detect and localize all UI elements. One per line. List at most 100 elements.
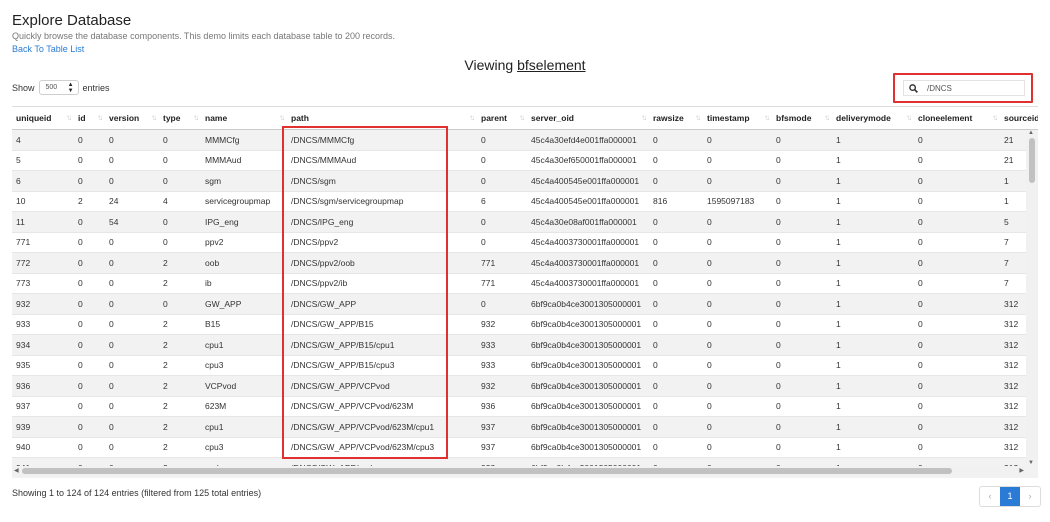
cell-cloneelement: 0 <box>914 170 1000 191</box>
table-row: 937 0 0 2 623M/DNCS/GW_APP/VCPvod/623M 936 6bf… <box>12 395 1038 417</box>
column-header-version[interactable]: version ↑↓ <box>105 107 159 130</box>
previous-page-button[interactable]: ‹ <box>980 487 1000 506</box>
cell-type: 0 <box>159 170 201 191</box>
cell-name: IPG_eng <box>201 211 287 232</box>
cell-bfsmode: 0 <box>772 436 832 458</box>
sort-icon: ↑↓ <box>764 113 770 122</box>
table-row: 11 0 54 0 IPG_eng/DNCS/IPG_eng 0 45c4a30e08af0… <box>12 211 1038 232</box>
search-input[interactable] <box>927 83 1017 93</box>
scroll-left-icon[interactable]: ◀ <box>14 467 19 474</box>
cell-id: 0 <box>74 354 105 376</box>
cell-id: 0 <box>74 272 105 294</box>
cell-uniqueid: 934 <box>12 334 74 355</box>
cell-timestamp: 0 <box>703 272 772 294</box>
cell-timestamp: 0 <box>703 334 772 355</box>
length-control: Show 500 ▲ ▼ entries <box>12 80 110 95</box>
cell-cloneelement: 0 <box>914 416 1000 437</box>
cell-timestamp: 0 <box>703 231 772 253</box>
cell-uniqueid: 937 <box>12 395 74 417</box>
cell-name: cpu1 <box>201 334 287 355</box>
cell-rawsize: 0 <box>649 395 703 417</box>
table-body: 4 0 0 0 MMMCfg/DNCS/MMMCfg 0 45c4a30efd4e001ff… <box>12 129 1038 478</box>
scroll-down-icon[interactable]: ▼ <box>1028 460 1034 466</box>
column-header-timestamp[interactable]: timestamp ↑↓ <box>703 107 772 130</box>
cell-timestamp: 0 <box>703 416 772 437</box>
entries-select[interactable]: 500 ▲ ▼ <box>38 80 79 95</box>
cell-path: /DNCS/MMMAud <box>287 149 477 171</box>
cell-name: servicegroupmap <box>201 190 287 212</box>
cell-timestamp: 0 <box>703 149 772 171</box>
cell-version: 0 <box>105 252 159 273</box>
cell-name: B15 <box>201 313 287 335</box>
cell-version: 0 <box>105 129 159 150</box>
cell-deliverymode: 1 <box>832 272 914 294</box>
column-header-label: parent <box>481 113 507 123</box>
column-header-bfsmode[interactable]: bfsmode ↑↓ <box>772 107 832 130</box>
cell-rawsize: 0 <box>649 211 703 232</box>
column-header-label: bfsmode <box>776 113 812 123</box>
cell-path: /DNCS/MMMCfg <box>287 129 477 150</box>
column-header-server-oid[interactable]: server_oid ↑↓ <box>527 107 649 130</box>
sort-icon: ↑↓ <box>824 113 830 122</box>
table-row: 4 0 0 0 MMMCfg/DNCS/MMMCfg 0 45c4a30efd4e001ff… <box>12 129 1038 150</box>
cell-name: MMMAud <box>201 149 287 171</box>
column-header-path[interactable]: path ↑↓ <box>287 107 477 130</box>
cell-timestamp: 0 <box>703 129 772 150</box>
cell-id: 2 <box>74 190 105 212</box>
pagination: ‹ 1 › <box>979 486 1041 507</box>
scroll-right-icon[interactable]: ▶ <box>1019 467 1024 474</box>
cell-id: 0 <box>74 293 105 314</box>
cell-path: /DNCS/GW_APP <box>287 293 477 314</box>
column-header-rawsize[interactable]: rawsize ↑↓ <box>649 107 703 130</box>
horizontal-scrollbar[interactable]: ◀ ▶ <box>12 466 1026 476</box>
cell-parent: 936 <box>477 395 527 417</box>
cell-name: cpu3 <box>201 436 287 458</box>
column-header-label: deliverymode <box>836 113 891 123</box>
vertical-scrollbar[interactable]: ▲ ▼ <box>1026 130 1038 466</box>
cell-path: /DNCS/ppv2/oob <box>287 252 477 273</box>
column-header-name[interactable]: name ↑↓ <box>201 107 287 130</box>
page-1-button[interactable]: 1 <box>1000 487 1020 506</box>
column-header-cloneelement[interactable]: cloneelement ↑↓ <box>914 107 1000 130</box>
cell-version: 0 <box>105 395 159 417</box>
cell-server-oid: 45c4a4003730001ffa000001 <box>527 252 649 273</box>
column-header-parent[interactable]: parent ↑↓ <box>477 107 527 130</box>
sort-icon: ↑↓ <box>279 113 285 122</box>
cell-name: cpu1 <box>201 416 287 437</box>
cell-type: 2 <box>159 272 201 294</box>
cell-deliverymode: 1 <box>832 252 914 273</box>
scroll-up-icon[interactable]: ▲ <box>1028 130 1034 136</box>
back-to-table-list-link[interactable]: Back To Table List <box>12 44 84 54</box>
table-name-link[interactable]: bfselement <box>517 57 585 73</box>
column-header-uniqueid[interactable]: uniqueid ↑↓ <box>12 107 74 130</box>
cell-version: 0 <box>105 293 159 314</box>
column-header-label: timestamp <box>707 113 750 123</box>
cell-type: 4 <box>159 190 201 212</box>
column-header-label: name <box>205 113 228 123</box>
column-header-sourceid[interactable]: sourceid <box>1000 107 1038 130</box>
cell-rawsize: 0 <box>649 313 703 335</box>
cell-version: 54 <box>105 211 159 232</box>
sort-icon: ↑↓ <box>906 113 912 122</box>
cell-name: sgm <box>201 170 287 191</box>
cell-path: /DNCS/ppv2/ib <box>287 272 477 294</box>
cell-server-oid: 45c4a4003730001ffa000001 <box>527 272 649 294</box>
search-field[interactable] <box>903 80 1025 96</box>
cell-parent: 932 <box>477 375 527 396</box>
cell-server-oid: 45c4a4003730001ffa000001 <box>527 231 649 253</box>
cell-version: 0 <box>105 375 159 396</box>
column-header-label: path <box>291 113 309 123</box>
vertical-scroll-thumb[interactable] <box>1029 138 1035 183</box>
column-header-id[interactable]: id ↑↓ <box>74 107 105 130</box>
next-page-button[interactable]: › <box>1020 487 1040 506</box>
column-header-deliverymode[interactable]: deliverymode ↑↓ <box>832 107 914 130</box>
cell-cloneelement: 0 <box>914 272 1000 294</box>
cell-uniqueid: 773 <box>12 272 74 294</box>
cell-name: ppv2 <box>201 231 287 253</box>
cell-uniqueid: 933 <box>12 313 74 335</box>
sort-icon: ↑↓ <box>193 113 199 122</box>
cell-server-oid: 6bf9ca0b4ce3001305000001 <box>527 293 649 314</box>
column-header-type[interactable]: type ↑↓ <box>159 107 201 130</box>
horizontal-scroll-thumb[interactable] <box>22 468 952 474</box>
cell-deliverymode: 1 <box>832 149 914 171</box>
